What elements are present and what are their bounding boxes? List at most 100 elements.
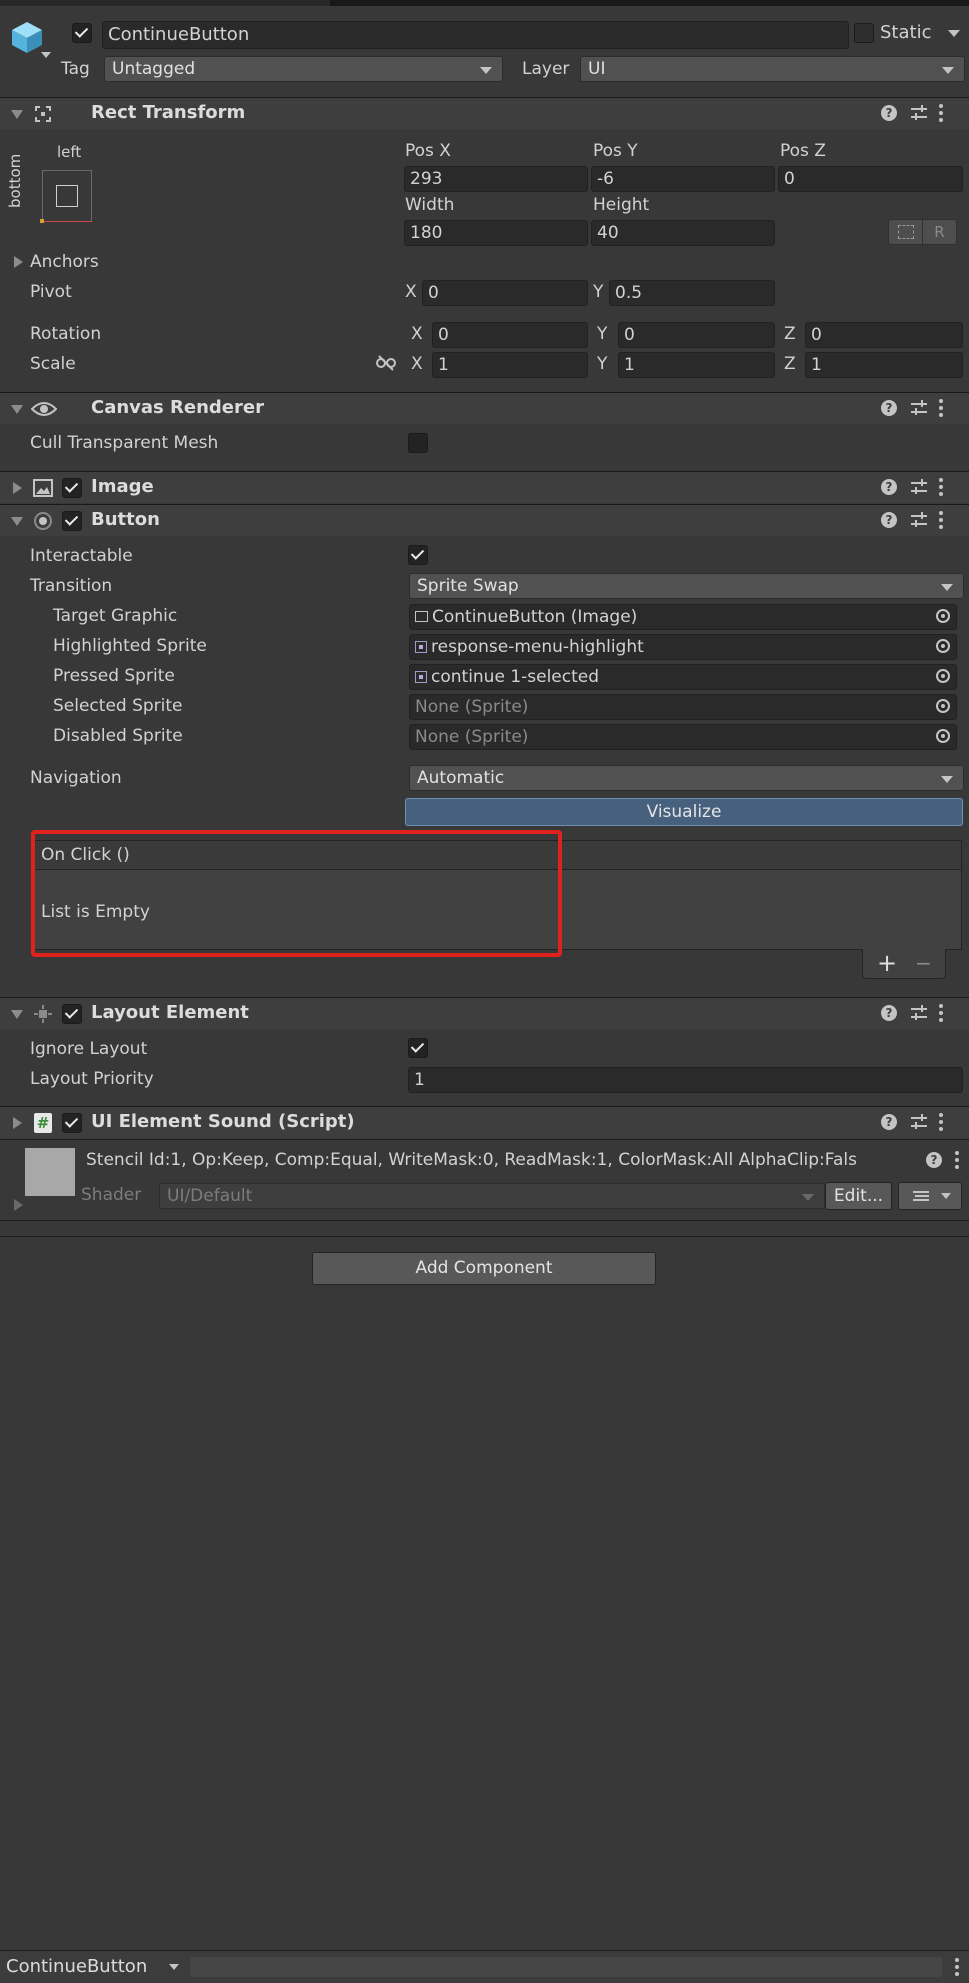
shader-dropdown[interactable]: UI/Default [159,1183,825,1209]
visualize-button[interactable]: Visualize [405,798,963,826]
eye-icon [30,400,58,418]
preset-icon[interactable] [911,105,927,121]
object-picker-icon[interactable] [936,639,950,653]
remove-listener-button[interactable]: − [915,949,932,977]
canvas-renderer-header[interactable]: Canvas Renderer ? [0,392,969,424]
anchors-foldout-icon[interactable] [14,256,23,268]
rotation-y-field[interactable]: 0 [618,322,775,348]
more-options-icon[interactable] [939,399,943,417]
rect-transform-icon [35,106,51,122]
button-enabled-checkbox[interactable] [62,511,82,531]
scale-label: Scale [30,354,76,374]
object-picker-icon[interactable] [936,729,950,743]
interactable-checkbox[interactable] [408,545,428,565]
ignore-layout-checkbox[interactable] [408,1038,428,1058]
layer-dropdown[interactable]: UI [580,56,965,82]
help-icon[interactable]: ? [881,512,897,528]
static-dropdown-icon[interactable] [948,30,960,37]
more-options-icon[interactable] [939,478,943,496]
help-icon[interactable]: ? [926,1152,942,1168]
layer-value: UI [588,59,606,79]
object-name-field[interactable]: ContinueButton [102,21,849,49]
disabled-sprite-field[interactable]: None (Sprite) [409,724,957,750]
object-picker-icon[interactable] [936,669,950,683]
anchor-preset-button[interactable] [40,170,92,223]
rect-transform-header[interactable]: Rect Transform ? [0,97,969,129]
image-enabled-checkbox[interactable] [62,478,82,498]
transition-dropdown[interactable]: Sprite Swap [409,573,964,599]
preset-icon[interactable] [911,1114,927,1130]
cull-transparent-mesh-checkbox[interactable] [408,433,428,453]
scale-z-field[interactable]: 1 [805,352,963,378]
material-preview-thumbnail[interactable] [25,1148,75,1196]
layout-element-header[interactable]: Layout Element ? [0,997,969,1029]
static-checkbox[interactable] [854,23,874,43]
active-checkbox[interactable] [72,23,92,43]
object-picker-icon[interactable] [936,699,950,713]
ui-element-sound-enabled-checkbox[interactable] [62,1113,82,1133]
scale-x-field[interactable]: 1 [432,352,588,378]
pos-x-field[interactable]: 293 [404,166,588,192]
pos-y-field[interactable]: -6 [591,166,775,192]
help-icon[interactable]: ? [881,1114,897,1130]
preset-icon[interactable] [911,479,927,495]
chevron-down-icon[interactable] [41,52,51,58]
foldout-arrow-icon[interactable] [11,1010,23,1019]
foldout-arrow-icon[interactable] [13,1117,22,1129]
image-header[interactable]: Image ? [0,471,969,503]
help-icon[interactable]: ? [881,400,897,416]
ui-element-sound-header[interactable]: # UI Element Sound (Script) ? [0,1106,969,1138]
more-options-icon[interactable] [939,1004,943,1022]
pivot-x-field[interactable]: 0 [422,280,588,306]
more-options-icon[interactable] [939,511,943,529]
button-header[interactable]: Button ? [0,504,969,536]
footer-object-dropdown[interactable]: ContinueButton [6,1955,184,1979]
shader-label: Shader [81,1185,142,1205]
foldout-arrow-icon[interactable] [11,110,23,119]
raw-edit-button[interactable]: R [922,219,957,245]
scale-y-field[interactable]: 1 [618,352,775,378]
target-graphic-field[interactable]: ContinueButton (Image) [409,604,957,630]
constrain-proportions-icon[interactable] [376,355,396,371]
more-options-icon[interactable] [939,104,943,122]
selected-sprite-field[interactable]: None (Sprite) [409,694,957,720]
add-component-button[interactable]: Add Component [312,1252,656,1285]
canvas-renderer-title: Canvas Renderer [91,397,264,418]
layout-element-enabled-checkbox[interactable] [62,1004,82,1024]
more-options-icon[interactable] [955,1958,959,1976]
foldout-arrow-icon[interactable] [11,405,23,414]
layout-priority-field[interactable]: 1 [408,1067,963,1093]
help-icon[interactable]: ? [881,1005,897,1021]
height-field[interactable]: 40 [591,220,775,246]
rotation-z-field[interactable]: 0 [805,322,963,348]
foldout-arrow-icon[interactable] [13,482,22,494]
preset-icon[interactable] [911,512,927,528]
blueprint-mode-button[interactable] [888,219,923,245]
add-listener-button[interactable]: + [877,949,897,977]
preset-icon[interactable] [911,400,927,416]
navigation-dropdown[interactable]: Automatic [409,765,964,791]
tag-dropdown[interactable]: Untagged [104,56,503,82]
edit-shader-button[interactable]: Edit... [825,1182,892,1210]
highlighted-sprite-field[interactable]: response-menu-highlight [409,634,957,660]
transition-label: Transition [30,576,113,596]
help-icon[interactable]: ? [881,105,897,121]
footer-bar: ContinueButton [0,1950,969,1983]
help-icon[interactable]: ? [881,479,897,495]
object-picker-icon[interactable] [936,609,950,623]
rotation-x-label: X [411,324,423,344]
more-options-icon[interactable] [955,1151,959,1169]
rotation-x-field[interactable]: 0 [432,322,588,348]
width-field[interactable]: 180 [404,220,588,246]
material-foldout-icon[interactable] [14,1199,23,1211]
more-options-icon[interactable] [939,1113,943,1131]
footer-resize-handle[interactable] [190,1957,942,1977]
pivot-y-field[interactable]: 0.5 [609,280,775,306]
foldout-arrow-icon[interactable] [11,517,23,526]
pressed-sprite-field[interactable]: continue 1-selected [409,664,957,690]
anchors-label[interactable]: Anchors [30,251,99,273]
component-header-icons: ? [881,1113,961,1133]
pos-z-field[interactable]: 0 [778,166,963,192]
preset-icon[interactable] [911,1005,927,1021]
shader-options-button[interactable] [898,1182,962,1210]
